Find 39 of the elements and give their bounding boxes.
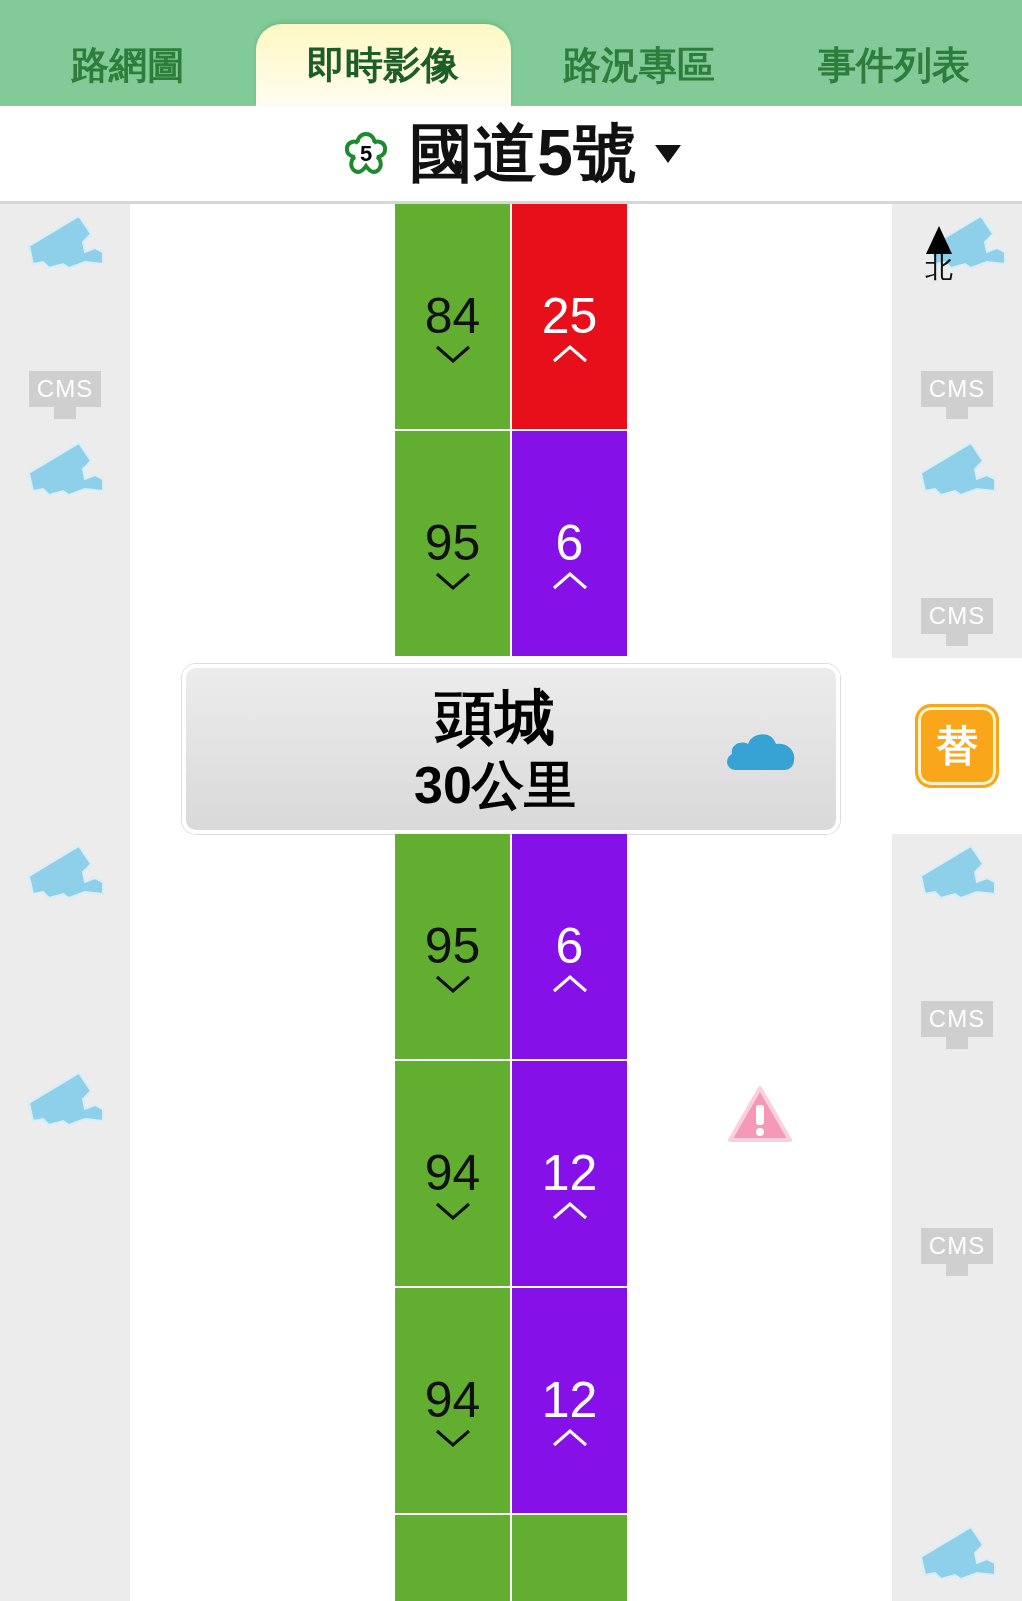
north-label: 北 (925, 254, 953, 282)
speed-value: 12 (541, 1374, 598, 1425)
chevron-icon (434, 571, 471, 590)
traffic-cell[interactable]: 6 (512, 834, 627, 1059)
chevron-icon (434, 974, 471, 993)
speed-value: 6 (555, 517, 584, 568)
traffic-cell[interactable]: 12 (512, 1061, 627, 1286)
speed-value: 25 (541, 290, 598, 341)
chevron-icon (551, 571, 588, 590)
interchange-distance: 30公里 (414, 754, 576, 816)
traffic-cell[interactable]: 95 (395, 431, 510, 656)
traffic-cell[interactable]: 94 (395, 1288, 510, 1513)
north-arrow-icon (926, 226, 952, 254)
road-title[interactable]: 國道5號 (409, 110, 637, 197)
dropdown-caret-icon[interactable] (654, 144, 681, 163)
chevron-icon (551, 974, 588, 993)
speed-value: 94 (424, 1374, 481, 1425)
speed-value: 6 (555, 920, 584, 971)
interchange-name: 頭城 (435, 682, 555, 753)
traffic-cell[interactable]: 6 (512, 431, 627, 656)
chevron-icon (551, 344, 588, 363)
chevron-icon (434, 1428, 471, 1447)
chevron-icon (434, 344, 471, 363)
traffic-cell[interactable]: 95 (395, 834, 510, 1059)
warning-icon[interactable] (726, 1085, 793, 1145)
interchange-card[interactable]: 頭城 30公里 (182, 664, 840, 834)
tab[interactable]: 即時影像 (255, 24, 511, 106)
speed-value: 95 (424, 920, 481, 971)
speed-value: 12 (541, 1147, 598, 1198)
traffic-cell[interactable]: 84 (395, 204, 510, 429)
traffic-cell[interactable]: 25 (512, 204, 627, 429)
speed-value: 84 (424, 290, 481, 341)
speed-value: 94 (424, 1147, 481, 1198)
chevron-icon (434, 1201, 471, 1220)
speed-value: 95 (424, 517, 481, 568)
traffic-cell[interactable]: 94 (395, 1061, 510, 1286)
chevron-icon (551, 1201, 588, 1220)
traffic-cell[interactable]: 12 (512, 1288, 627, 1513)
chevron-icon (551, 1428, 588, 1447)
